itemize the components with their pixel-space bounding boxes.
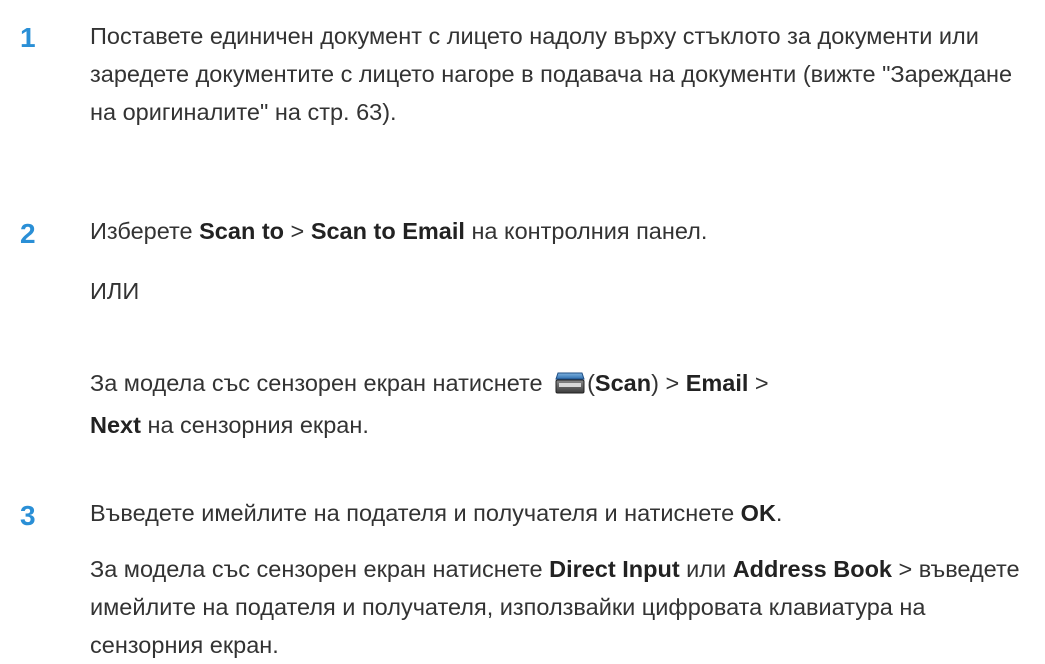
menu-address-book: Address Book	[732, 556, 893, 582]
text: Въведете имейлите на подателя и получате…	[90, 500, 741, 526]
text: ) >	[651, 370, 686, 396]
step-2-instruction: Изберете Scan to > Scan to Email на конт…	[90, 212, 1035, 250]
separator: >	[284, 218, 311, 244]
scanner-icon	[555, 368, 585, 406]
separator: >	[748, 370, 769, 396]
step-number: 1	[20, 22, 36, 53]
text: За модела със сензорен екран натиснете	[90, 370, 550, 396]
button-ok: OK	[740, 500, 776, 526]
text: или	[679, 556, 733, 582]
text: на сензорния екран.	[140, 412, 369, 438]
step-3-instruction: Въведете имейлите на подателя и получате…	[90, 494, 1035, 532]
text: .	[775, 500, 783, 526]
step-2-touchscreen: За модела със сензорен екран натиснете (…	[90, 364, 1035, 444]
menu-scan-to-email: Scan to Email	[310, 218, 465, 244]
text: Изберете	[90, 218, 200, 244]
menu-email: Email	[685, 370, 749, 396]
step-3-touchscreen: За модела със сензорен екран натиснете D…	[90, 550, 1035, 664]
or-text: ИЛИ	[90, 278, 140, 304]
menu-next: Next	[90, 412, 141, 438]
menu-scan: Scan	[594, 370, 652, 396]
menu-scan-to: Scan to	[199, 218, 285, 244]
step-number: 2	[20, 218, 36, 249]
text: на контролния панел.	[464, 218, 708, 244]
step-1-text: Поставете единичен документ с лицето над…	[90, 23, 1013, 125]
text: (	[587, 370, 595, 396]
step-number: 3	[20, 500, 36, 531]
menu-direct-input: Direct Input	[549, 556, 680, 582]
text: За модела със сензорен екран натиснете	[90, 556, 550, 582]
